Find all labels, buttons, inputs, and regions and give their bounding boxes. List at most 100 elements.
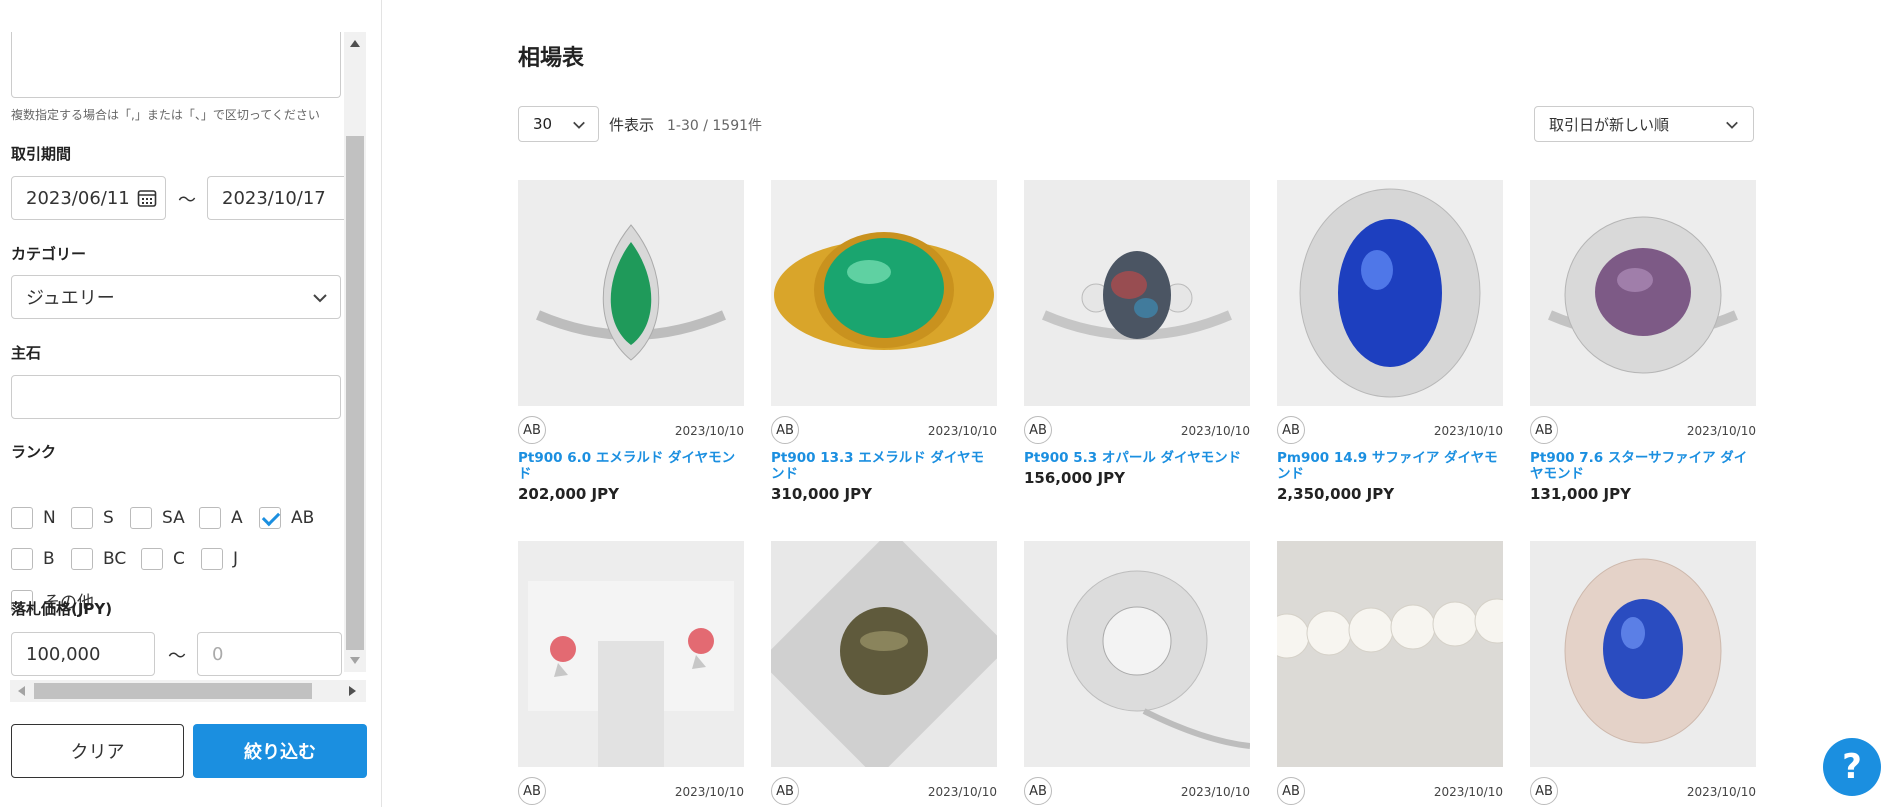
rank-checkbox[interactable] — [201, 548, 223, 570]
rank-option[interactable]: BC — [71, 548, 126, 570]
product-meta: AB 2023/10/10 — [1277, 767, 1503, 807]
scroll-right-icon[interactable] — [349, 686, 356, 696]
scroll-left-icon[interactable] — [18, 686, 25, 696]
product-image[interactable] — [518, 180, 744, 406]
category-value: ジュエリー — [26, 288, 115, 309]
period-separator: ～ — [178, 190, 196, 211]
product-card[interactable]: AB 2023/10/10 Pt900 13.3 エメラルド ダイヤモンド 310,0… — [771, 180, 997, 503]
keyword-textarea[interactable] — [11, 32, 341, 98]
product-image[interactable] — [1277, 180, 1503, 406]
rank-option[interactable]: S — [71, 507, 114, 529]
rank-checkbox[interactable] — [259, 507, 281, 529]
product-card[interactable]: AB 2023/10/10 — [771, 541, 997, 807]
product-name-link[interactable]: Pt900 13.3 エメラルド ダイヤモンド — [771, 450, 997, 482]
product-card[interactable]: AB 2023/10/10 — [1277, 541, 1503, 807]
rank-badge: AB — [518, 416, 546, 444]
date-to-input[interactable]: 2023/10/17 — [207, 176, 366, 220]
rank-badge: AB — [1277, 416, 1305, 444]
date-from-value: 2023/06/11 — [26, 187, 130, 209]
per-page-select[interactable]: 30 — [518, 106, 599, 142]
product-card[interactable]: AB 2023/10/10 — [518, 541, 744, 807]
rank-option[interactable]: B — [11, 548, 55, 570]
trade-date: 2023/10/10 — [1686, 424, 1756, 438]
product-meta: AB 2023/10/10 — [518, 406, 744, 446]
product-image[interactable] — [771, 541, 997, 767]
rank-checkbox[interactable] — [130, 507, 152, 529]
rank-option-label: SA — [162, 508, 185, 528]
product-meta: AB 2023/10/10 — [771, 406, 997, 446]
trade-date: 2023/10/10 — [927, 785, 997, 799]
product-meta: AB 2023/10/10 — [1277, 406, 1503, 446]
help-button[interactable]: ? — [1823, 738, 1881, 796]
product-image[interactable] — [1530, 180, 1756, 406]
sort-select[interactable]: 取引日が新しい順 — [1534, 106, 1754, 142]
rank-option[interactable]: C — [141, 548, 185, 570]
rank-option[interactable]: J — [201, 548, 238, 570]
rank-badge: AB — [1277, 777, 1305, 805]
filter-button[interactable]: 絞り込む — [193, 724, 367, 778]
date-from-input[interactable]: 2023/06/11 — [11, 176, 166, 220]
product-image[interactable] — [1024, 541, 1250, 767]
trade-date: 2023/10/10 — [674, 785, 744, 799]
trade-date: 2023/10/10 — [674, 424, 744, 438]
vertical-scrollbar[interactable] — [344, 32, 366, 672]
rank-option-label: AB — [291, 508, 315, 528]
rank-checkbox[interactable] — [199, 507, 221, 529]
product-name-link[interactable]: Pt900 7.6 スターサファイア ダイヤモンド — [1530, 450, 1756, 482]
price-min-value: 100,000 — [26, 643, 101, 665]
price-min-input[interactable]: 100,000 — [11, 632, 155, 676]
main-stone-label: 主石 — [11, 344, 42, 362]
product-card[interactable]: AB 2023/10/10 Pm900 14.9 サファイア ダイヤモンド 2,350… — [1277, 180, 1503, 503]
product-name-link[interactable]: Pt900 5.3 オパール ダイヤモンド — [1024, 450, 1250, 466]
product-image[interactable] — [1530, 541, 1756, 767]
rank-option-label: A — [231, 508, 243, 528]
category-select[interactable]: ジュエリー — [11, 275, 341, 319]
product-name-link[interactable]: Pm900 14.9 サファイア ダイヤモンド — [1277, 450, 1503, 482]
trade-date: 2023/10/10 — [1433, 785, 1503, 799]
product-image[interactable] — [771, 180, 997, 406]
rank-badge: AB — [771, 416, 799, 444]
clear-button[interactable]: クリア — [11, 724, 184, 778]
rank-option-label: C — [173, 549, 185, 569]
rank-option-label: S — [103, 508, 114, 528]
product-image[interactable] — [518, 541, 744, 767]
product-meta: AB 2023/10/10 — [1530, 406, 1756, 446]
trade-date: 2023/10/10 — [927, 424, 997, 438]
rank-checkbox[interactable] — [11, 548, 33, 570]
scroll-up-icon[interactable] — [350, 40, 360, 47]
price-separator: ～ — [168, 646, 186, 667]
filter-scroll-area: 複数指定する場合は「,」または「、」で区切ってください 取引期間 2023/06… — [10, 32, 366, 702]
date-to-value: 2023/10/17 — [222, 187, 326, 209]
rank-label: ランク — [11, 443, 57, 461]
main-stone-input[interactable] — [11, 375, 341, 419]
product-image[interactable] — [1277, 541, 1503, 767]
page-title: 相場表 — [518, 46, 585, 71]
rank-checkbox[interactable] — [71, 548, 93, 570]
product-meta: AB 2023/10/10 — [518, 767, 744, 807]
rank-checkbox[interactable] — [141, 548, 163, 570]
rank-checkbox[interactable] — [71, 507, 93, 529]
product-card[interactable]: AB 2023/10/10 — [1530, 541, 1756, 807]
product-name-link[interactable]: Pt900 6.0 エメラルド ダイヤモンド — [518, 450, 744, 482]
calendar-icon[interactable] — [137, 188, 157, 208]
chevron-down-icon — [313, 294, 327, 303]
scrollbar-thumb[interactable] — [346, 136, 364, 650]
price-max-input[interactable]: 0 — [197, 632, 342, 676]
rank-option-label: B — [43, 549, 55, 569]
rank-option[interactable]: A — [199, 507, 243, 529]
rank-checkbox[interactable] — [11, 507, 33, 529]
scrollbar-thumb[interactable] — [34, 683, 312, 699]
product-image[interactable] — [1024, 180, 1250, 406]
rank-option[interactable]: AB — [259, 507, 314, 529]
product-price: 131,000 JPY — [1530, 485, 1631, 503]
rank-badge: AB — [1024, 777, 1052, 805]
horizontal-scrollbar[interactable] — [10, 680, 366, 702]
product-meta: AB 2023/10/10 — [1024, 406, 1250, 446]
scroll-down-icon[interactable] — [350, 657, 360, 664]
product-card[interactable]: AB 2023/10/10 — [1024, 541, 1250, 807]
rank-option[interactable]: N — [11, 507, 56, 529]
product-card[interactable]: AB 2023/10/10 Pt900 5.3 オパール ダイヤモンド 156,000… — [1024, 180, 1250, 487]
product-card[interactable]: AB 2023/10/10 Pt900 7.6 スターサファイア ダイヤモンド 131… — [1530, 180, 1756, 503]
product-card[interactable]: AB 2023/10/10 Pt900 6.0 エメラルド ダイヤモンド 202,00… — [518, 180, 744, 503]
rank-option[interactable]: SA — [130, 507, 185, 529]
